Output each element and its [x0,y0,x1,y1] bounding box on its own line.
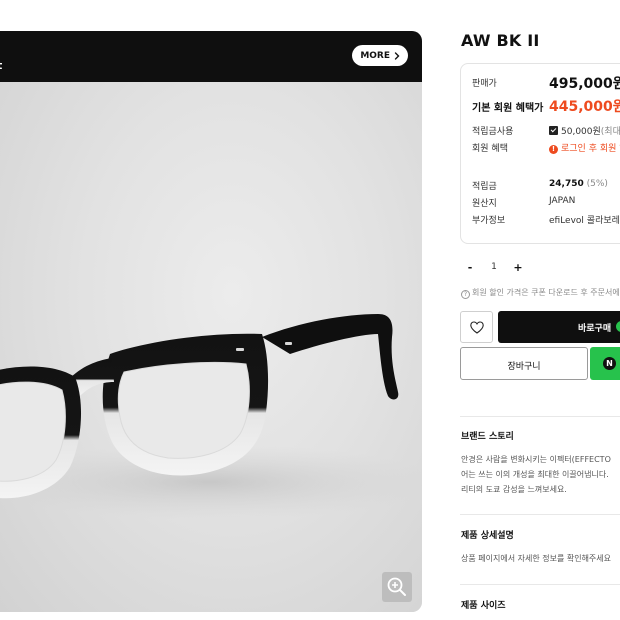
quantity-stepper: - 1 + [460,257,528,277]
member-price-label: 기본 회원 혜택가 [472,103,544,114]
buy-now-label: 바로구매 [578,324,612,334]
divider [460,584,620,585]
reward-value: 24,750 [549,179,584,189]
quantity-value[interactable]: 1 [480,262,508,272]
product-size-title[interactable]: 제품 사이즈 [461,598,506,611]
product-detail-title[interactable]: 제품 상세설명 [461,528,514,541]
wishlist-button[interactable] [460,311,493,343]
gallery-header: t MORE [0,31,422,82]
brand-story-line: 어는 쓰는 이의 개성을 최대한 이끌어냅니다. [461,470,609,479]
coupon-note-text: 회원 할인 가격은 쿠폰 다운로드 후 주문서에서 [472,288,620,297]
origin-value: JAPAN [549,196,576,206]
gallery-header-text: t [0,59,2,72]
member-benefit-link[interactable]: !로그인 후 회원 혜 [549,141,620,154]
quantity-decrease-button[interactable]: - [460,257,480,277]
product-title: AW BK II [461,31,540,50]
brand-story-text: 안경은 사람을 변화시키는 이펙터(EFFECTO 어는 쓰는 이의 개성을 최… [461,452,611,497]
points-use-value: 50,000원 [561,127,601,137]
checkbox-checked-icon[interactable] [549,126,558,135]
quantity-increase-button[interactable]: + [508,257,528,277]
sale-price-label: 판매가 [472,79,497,89]
member-benefit-label: 회원 혜택 [472,144,508,154]
product-photo [0,82,422,612]
naver-badge-icon [616,321,620,332]
extra-info-value: efiLevol 콜라보레이 [549,216,620,226]
divider [460,514,620,515]
origin-label: 원산지 [472,199,497,209]
zoom-in-icon [387,577,406,596]
question-icon: ? [461,290,470,299]
chevron-right-icon [394,51,400,60]
zoom-button[interactable] [382,572,412,602]
eyeglasses-image [0,314,422,520]
naver-pay-button[interactable]: N [590,347,620,380]
product-gallery: t MORE [0,31,422,612]
alert-icon: ! [549,145,558,154]
extra-info-label: 부가정보 [472,216,506,226]
buy-now-button[interactable]: 바로구매 [498,311,620,343]
naver-logo-icon: N [603,357,616,370]
member-benefit-value: 로그인 후 회원 혜 [561,144,620,154]
points-use-control[interactable]: 50,000원(최대 [549,124,620,137]
points-use-note: (최대 [600,127,620,137]
reward-rate: (5%) [586,179,608,189]
sale-price-value: 495,000원 [549,76,620,92]
price-box: 판매가 495,000원 기본 회원 혜택가 445,000원 적립금사용 50… [460,63,620,244]
brand-story-title[interactable]: 브랜드 스토리 [461,429,514,442]
points-use-label: 적립금사용 [472,127,514,137]
member-price-value: 445,000원 [549,99,620,115]
brand-story-line: 안경은 사람을 변화시키는 이펙터(EFFECTO [461,455,611,464]
reward-label: 적립금 [472,182,497,192]
product-detail-text: 상품 페이지에서 자세한 정보를 확인해주세요 [461,554,612,563]
more-label: MORE [360,50,390,61]
heart-icon [469,320,484,334]
add-to-cart-button[interactable]: 장바구니 [460,347,588,380]
coupon-note: ? 회원 할인 가격은 쿠폰 다운로드 후 주문서에서 [461,287,620,299]
brand-story-line: 리티의 도쿄 감성을 느껴보세요. [461,485,567,494]
cart-label: 장바구니 [507,362,541,372]
divider [460,416,620,417]
more-button[interactable]: MORE [352,45,408,66]
